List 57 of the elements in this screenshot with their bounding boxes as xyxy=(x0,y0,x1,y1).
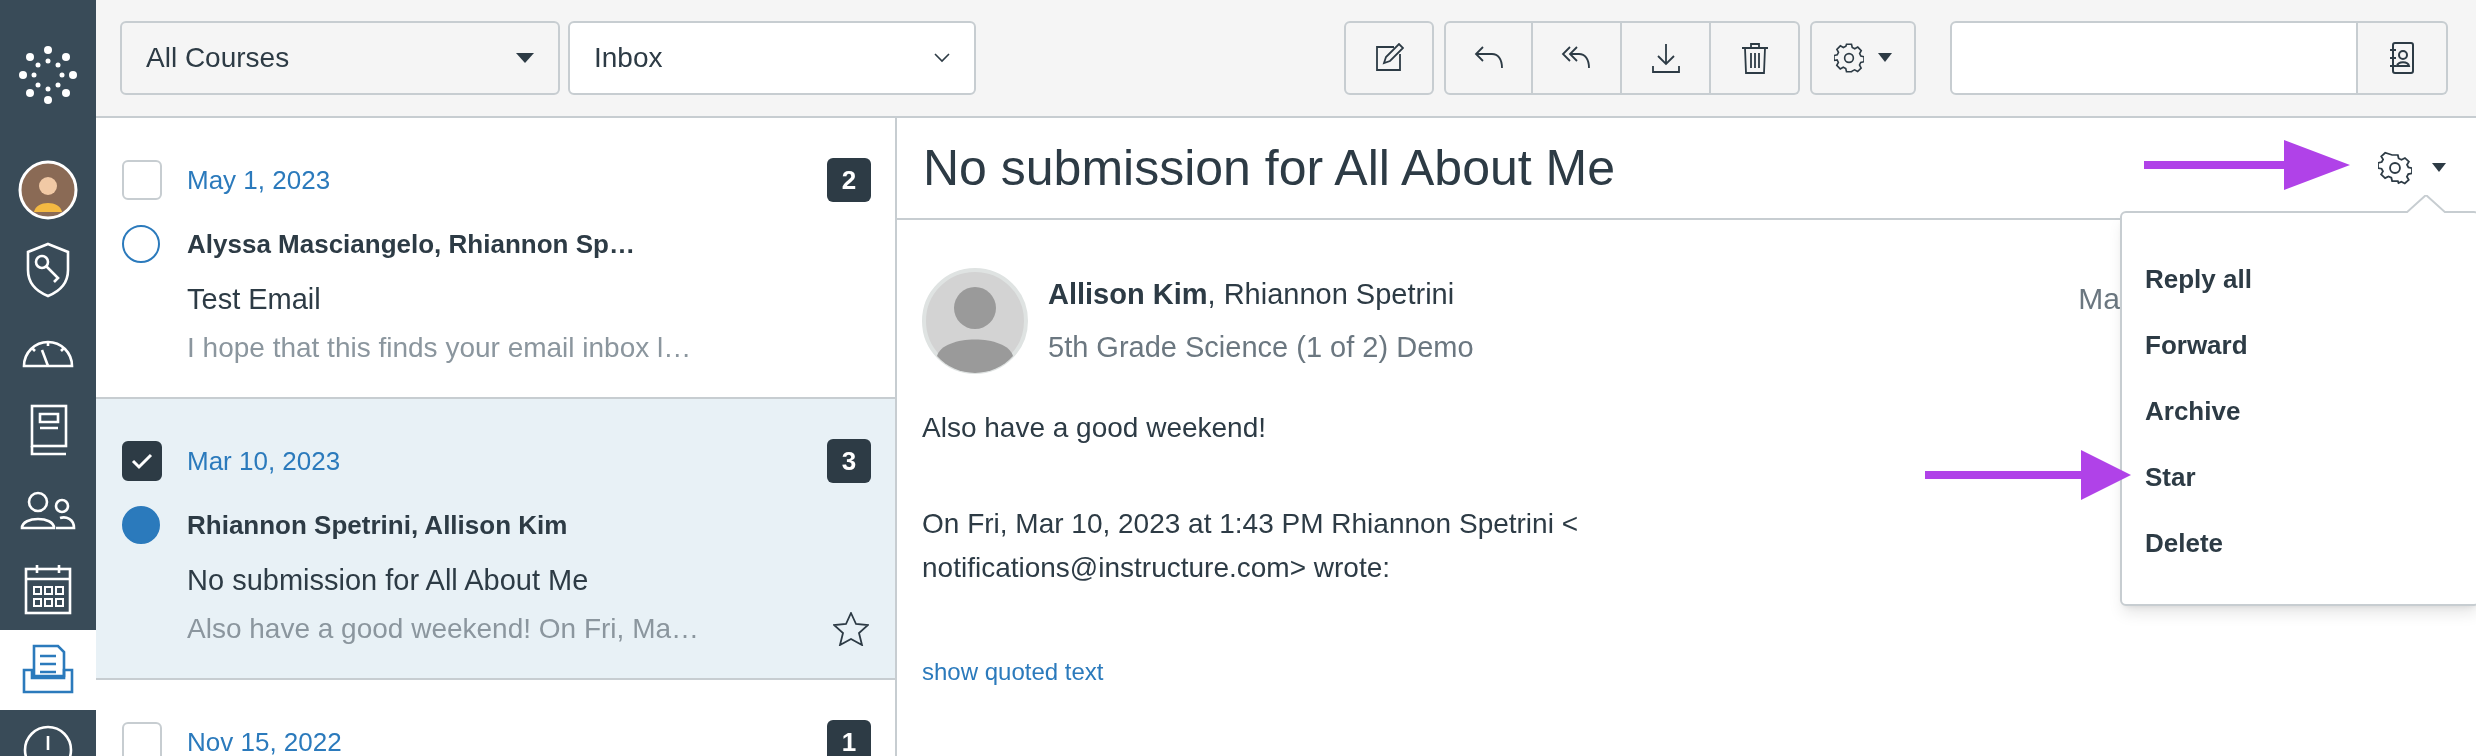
edit-icon xyxy=(1374,43,1404,73)
download-icon xyxy=(1650,42,1681,74)
body-text-line: notifications@instructure.com> wrote: xyxy=(922,551,1391,585)
archive-button[interactable] xyxy=(1622,21,1711,95)
conversation-subject: Test Email xyxy=(187,282,321,318)
trash-icon xyxy=(1740,42,1769,74)
message-count: 2 xyxy=(827,158,871,202)
shield-icon xyxy=(24,242,72,298)
message-sender: Allison Kim, Rhiannon Spetrini xyxy=(1048,276,1456,312)
conversation-subject: No submission for All About Me xyxy=(187,563,589,599)
caret-icon xyxy=(1878,53,1892,63)
course-select[interactable]: All Courses xyxy=(120,21,560,95)
reply-all-icon xyxy=(1560,45,1593,71)
body-text-line: Also have a good weekend! xyxy=(922,411,1267,445)
inbox-icon xyxy=(20,644,76,696)
address-book-button[interactable] xyxy=(2358,21,2448,95)
menu-item[interactable]: Star xyxy=(2122,444,2476,510)
conversation-preview: Also have a good weekend! On Fri, Ma… xyxy=(187,612,700,646)
settings-icon[interactable] xyxy=(2378,151,2412,185)
menu-item[interactable]: Forward xyxy=(2122,312,2476,378)
avatar-icon xyxy=(922,268,1028,374)
settings-button[interactable] xyxy=(1810,21,1916,95)
menu-item[interactable]: Reply all xyxy=(2122,246,2476,312)
star-icon[interactable] xyxy=(833,612,869,646)
message-title: No submission for All About Me xyxy=(923,143,1615,193)
caret-icon[interactable] xyxy=(2432,163,2446,173)
reply-icon xyxy=(1473,45,1504,71)
avatar-icon xyxy=(18,160,78,220)
check-icon xyxy=(131,452,153,470)
conversation-date: Nov 15, 2022 xyxy=(187,725,342,756)
show-quoted-link[interactable]: show quoted text xyxy=(922,654,1104,690)
address-book-icon xyxy=(2389,41,2415,75)
search-field[interactable] xyxy=(1950,21,2358,95)
logo-icon xyxy=(18,45,78,105)
message-count: 1 xyxy=(827,720,871,756)
body-text-line: On Fri, Mar 10, 2023 at 1:43 PM Rhiannon Spetrini < xyxy=(922,507,1579,541)
conversation-date: May 1, 2023 xyxy=(187,163,331,197)
menu-item[interactable]: Delete xyxy=(2122,510,2476,576)
mailbox-select[interactable]: Inbox xyxy=(568,21,976,95)
calendar-icon xyxy=(23,563,73,617)
people-icon xyxy=(20,490,76,530)
delete-button[interactable] xyxy=(1711,21,1800,95)
course-name: 5th Grade Science (1 of 2) Demo xyxy=(1048,330,1474,365)
conversation-participants: Alyssa Masciangelo, Rhiannon Sp… xyxy=(187,227,635,261)
conversation-date: Mar 10, 2023 xyxy=(187,444,341,478)
menu-item[interactable]: Archive xyxy=(2122,378,2476,444)
message-date: Ma xyxy=(2078,281,2120,317)
checkbox[interactable] xyxy=(122,441,162,481)
conversation-participants: Rhiannon Spetrini, Allison Kim xyxy=(187,508,568,542)
caret-icon xyxy=(516,52,534,64)
conversation-preview: I hope that this finds your email inbox l… xyxy=(187,331,692,365)
conversation-row[interactable]: Mar 10, 2023 3 Rhiannon Spetrini, Allison Kim No submission for All About Me Also have a good weekend! On Fri, Ma… xyxy=(96,399,895,680)
message-count: 3 xyxy=(827,439,871,483)
compose-button[interactable] xyxy=(1344,21,1434,95)
chevron-down-icon xyxy=(934,53,950,63)
settings-icon xyxy=(1834,43,1864,73)
nav-item[interactable] xyxy=(0,630,96,710)
